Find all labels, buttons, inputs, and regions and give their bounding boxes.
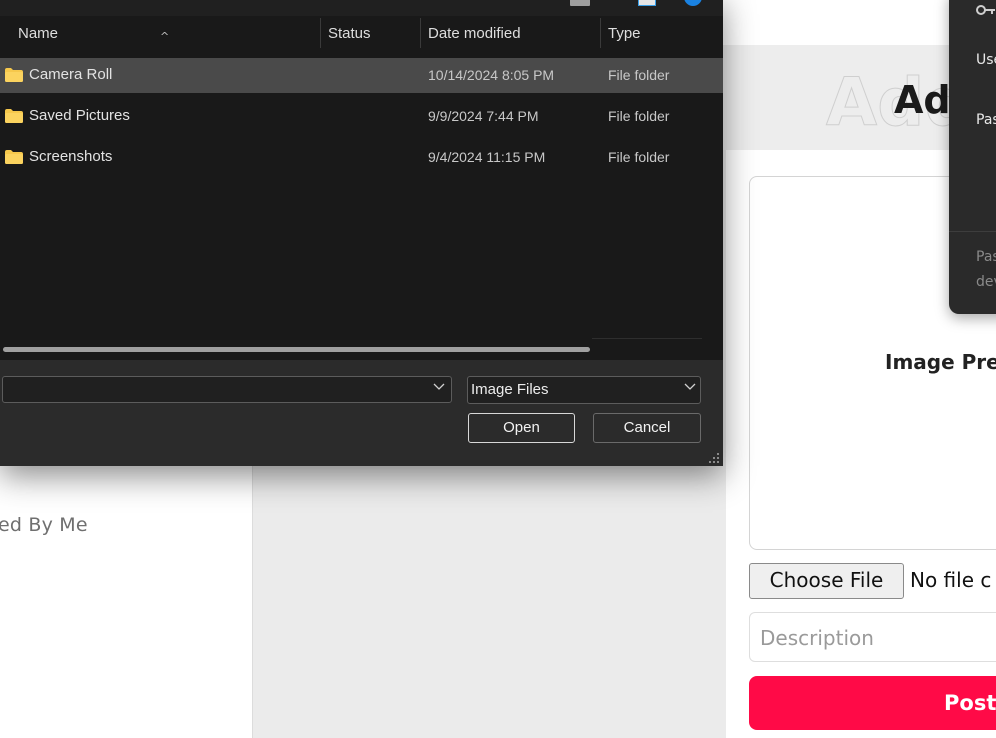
list-divider — [592, 338, 702, 339]
dialog-toolbar — [0, 6, 723, 16]
sidebar-item-created-by-me[interactable]: ed By Me — [0, 514, 88, 536]
file-name-input[interactable] — [2, 376, 452, 403]
file-name: Camera Roll — [29, 66, 113, 83]
list-item[interactable]: Saved Pictures 9/9/2024 7:44 PM File fol… — [0, 99, 723, 134]
post-button[interactable]: Post — [749, 676, 996, 730]
resize-grip-icon[interactable] — [708, 452, 720, 464]
column-divider[interactable] — [600, 18, 601, 48]
file-type-select[interactable]: Image Files — [467, 376, 701, 404]
file-date: 9/9/2024 7:44 PM — [428, 108, 539, 124]
column-header-row: Name ^ Status Date modified Type — [0, 16, 723, 55]
key-icon — [976, 4, 996, 20]
post-button-label: Post — [944, 691, 996, 715]
file-name: Saved Pictures — [29, 107, 130, 124]
column-header-type[interactable]: Type — [608, 16, 641, 55]
column-header-name[interactable]: Name — [18, 16, 58, 55]
file-type: File folder — [608, 108, 670, 124]
list-item[interactable]: Camera Roll 10/14/2024 8:05 PM File fold… — [0, 58, 723, 93]
file-date: 9/4/2024 11:15 PM — [428, 149, 546, 165]
password-label: Pas — [976, 112, 996, 128]
column-divider[interactable] — [320, 18, 321, 48]
sort-ascending-icon: ^ — [160, 30, 170, 43]
column-divider[interactable] — [420, 18, 421, 48]
horizontal-scrollbar-thumb[interactable] — [3, 347, 590, 352]
file-date: 10/14/2024 8:05 PM — [428, 67, 555, 83]
image-preview-label: Image Pre — [885, 350, 996, 374]
column-header-date-modified[interactable]: Date modified — [428, 16, 521, 55]
popup-footer-line2: dev — [976, 274, 996, 290]
choose-file-button[interactable]: Choose File — [749, 563, 904, 599]
file-type: File folder — [608, 67, 670, 83]
file-type: File folder — [608, 149, 670, 165]
password-popup — [949, 0, 996, 314]
folder-icon — [5, 68, 23, 82]
column-header-status[interactable]: Status — [328, 16, 371, 55]
no-file-chosen-text: No file c — [910, 568, 992, 592]
open-button[interactable]: Open — [468, 413, 575, 443]
list-item[interactable]: Screenshots 9/4/2024 11:15 PM File folde… — [0, 140, 723, 175]
description-input[interactable]: Description — [749, 612, 996, 662]
chevron-down-icon[interactable] — [433, 380, 445, 395]
popup-divider — [949, 231, 996, 232]
popup-footer-line1: Pas — [976, 249, 996, 265]
chevron-down-icon[interactable] — [684, 380, 696, 395]
cancel-button[interactable]: Cancel — [593, 413, 701, 443]
file-name: Screenshots — [29, 148, 113, 165]
folder-icon — [5, 150, 23, 164]
folder-icon — [5, 109, 23, 123]
username-label: Use — [976, 52, 996, 68]
